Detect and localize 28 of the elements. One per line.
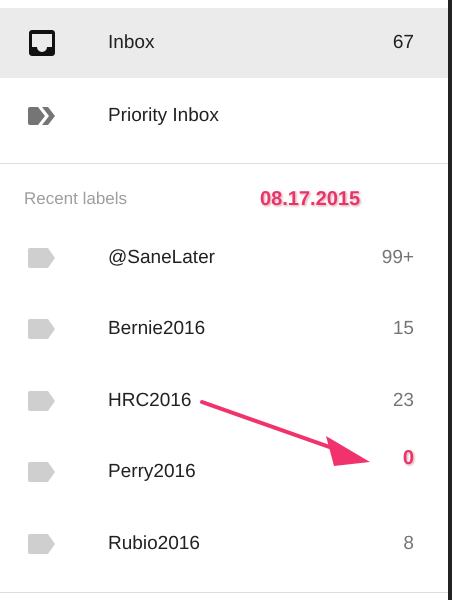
date-annotation: 08.17.2015 (260, 187, 360, 212)
label-item[interactable]: HRC2016 23 (0, 365, 448, 436)
label-name: @SaneLater (108, 246, 216, 270)
label-item[interactable]: Bernie2016 15 (0, 294, 448, 365)
label-item[interactable]: Rubio2016 8 (0, 508, 448, 580)
label-name: Bernie2016 (108, 317, 206, 341)
nav-label: Inbox (108, 30, 156, 55)
nav-item[interactable]: Inbox 67 (0, 8, 448, 78)
label-icon (28, 248, 56, 268)
label-count: 0 (402, 446, 414, 472)
label-icon (28, 390, 56, 411)
label-name: HRC2016 (108, 388, 192, 412)
label-icon (28, 319, 56, 340)
label-icon (28, 534, 56, 554)
label-name: Perry2016 (108, 460, 197, 484)
section-heading: Recent labels (24, 188, 128, 210)
label-item[interactable]: Perry2016 0 (0, 436, 448, 508)
label-icon (28, 462, 56, 482)
nav-label: Priority Inbox (108, 104, 220, 128)
label-name: Rubio2016 (108, 532, 201, 556)
label-item[interactable]: @SaneLater 99+ (0, 222, 448, 294)
label-count: 8 (403, 532, 414, 556)
double-chevron-icon (28, 107, 56, 125)
inbox-icon (28, 29, 56, 57)
label-count: 15 (392, 317, 414, 341)
label-count: 99+ (382, 246, 414, 270)
label-count: 23 (392, 388, 414, 412)
unread-count: 67 (392, 30, 414, 55)
